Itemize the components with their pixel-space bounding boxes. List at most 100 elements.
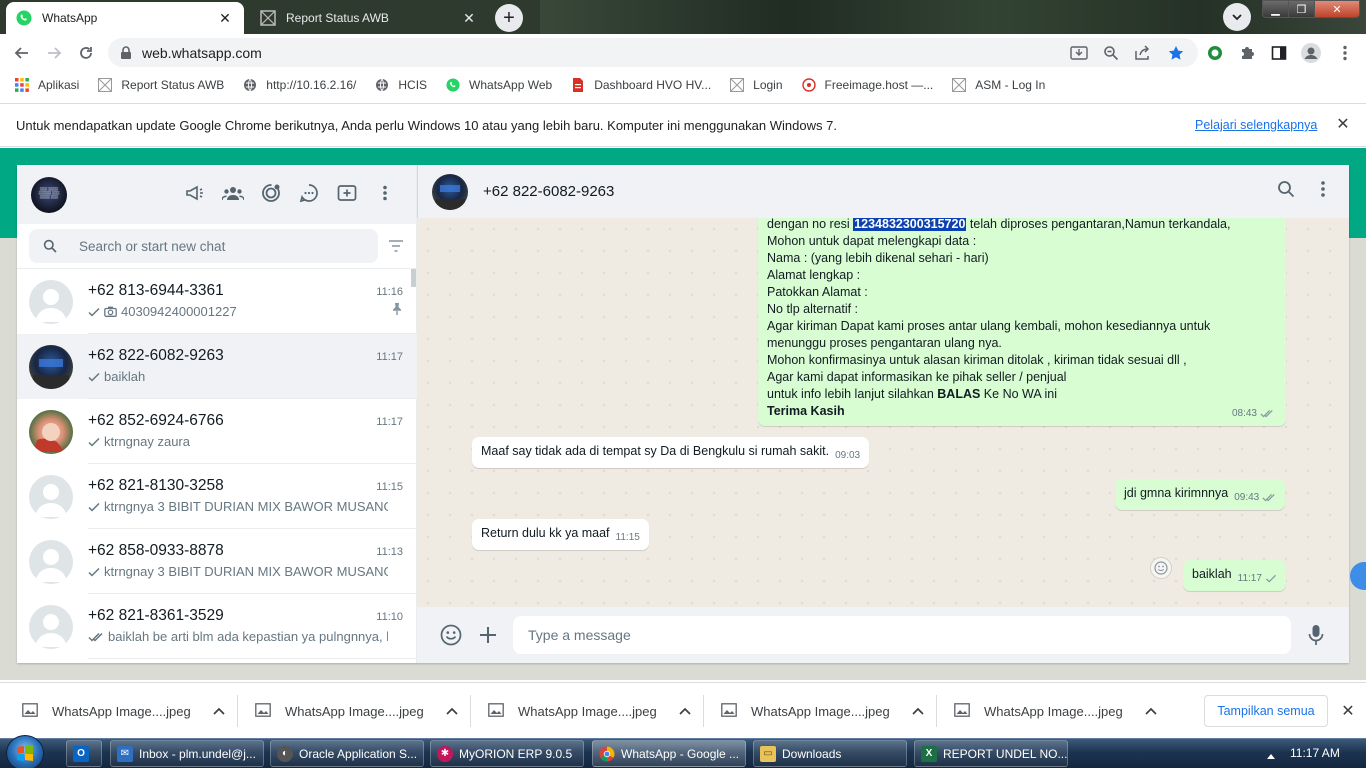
chevron-up-icon[interactable] — [213, 707, 225, 715]
status-icon[interactable] — [260, 181, 282, 205]
message-bubble-incoming[interactable]: Maaf say tidak ada di tempat sy Da di Be… — [472, 437, 870, 468]
taskbar-item-excel-report[interactable]: X REPORT UNDEL NO... — [914, 740, 1068, 767]
chevron-up-icon[interactable] — [912, 707, 924, 715]
message-bubble-incoming[interactable]: Return dulu kk ya maaf 11:15 — [472, 519, 649, 550]
tab-close-icon[interactable]: ✕ — [216, 9, 234, 27]
message-area[interactable]: dengan no resi 1234832300315720 telah di… — [417, 218, 1349, 607]
extensions-puzzle-icon[interactable] — [1236, 42, 1258, 64]
chat-list-item-selected[interactable]: +62 822-6082-9263 11:17 baiklah — [17, 334, 417, 399]
profile-avatar-icon[interactable] — [1300, 42, 1322, 64]
bookmarks-bar: Aplikasi Report Status AWB http://10.16.… — [0, 71, 1366, 99]
chat-list-item[interactable]: +62 858-0933-8878 11:13 ktrngnay 3 BIBIT… — [17, 529, 417, 594]
zoom-icon[interactable] — [1100, 42, 1122, 64]
chevron-up-icon[interactable] — [679, 707, 691, 715]
download-separator — [703, 695, 704, 727]
extension-green-icon[interactable] — [1204, 42, 1226, 64]
infobar-close-icon[interactable]: ✕ — [1334, 115, 1352, 133]
bookmark-login[interactable]: Login — [729, 77, 783, 93]
lock-icon[interactable] — [120, 45, 132, 60]
taskbar-item-myorion[interactable]: ✱ MyORION ERP 9.0.5 — [430, 740, 584, 767]
address-bar[interactable]: web.whatsapp.com — [108, 38, 1198, 67]
menu-kebab-icon[interactable] — [1321, 180, 1325, 201]
reaction-emoji-button[interactable] — [1150, 557, 1172, 579]
tab-whatsapp[interactable]: WhatsApp ✕ — [6, 2, 244, 34]
chrome-menu-icon[interactable] — [1334, 42, 1356, 64]
chat-list-item[interactable]: +62 821-8361-3529 11:10 baiklah be arti … — [17, 594, 417, 659]
taskbar-outlook-pinned[interactable]: O — [66, 740, 102, 767]
new-tab-button[interactable]: + — [495, 4, 523, 32]
search-icon[interactable] — [1277, 180, 1295, 201]
chat-search-box[interactable] — [29, 229, 378, 263]
filter-icon[interactable] — [386, 236, 406, 256]
emoji-icon[interactable] — [438, 622, 464, 648]
chat-list-item[interactable]: +62 852-6924-6766 11:17 ktrngnay zaura — [17, 399, 417, 464]
side-tab-button[interactable] — [1350, 562, 1366, 590]
tab-search-button[interactable] — [1223, 3, 1251, 31]
window-maximize-button[interactable]: ❐ — [1288, 0, 1315, 18]
start-button[interactable] — [6, 735, 44, 768]
bookmark-hcis[interactable]: HCIS — [374, 77, 427, 93]
message-bubble-outgoing[interactable]: dengan no resi 1234832300315720 telah di… — [758, 218, 1286, 426]
chat-list-item[interactable]: +62 813-6944-3361 11:16 4030942400001227 — [17, 269, 417, 334]
window-minimize-button[interactable]: ▁ — [1262, 0, 1289, 18]
forward-button[interactable] — [42, 41, 66, 65]
microphone-icon[interactable] — [1303, 622, 1329, 648]
download-item[interactable]: WhatsApp Image....jpeg — [255, 683, 458, 739]
message-line: Agar kami dapat informasikan ke pihak se… — [767, 370, 1067, 384]
back-button[interactable] — [10, 41, 34, 65]
bookmark-asm-login[interactable]: ASM - Log In — [951, 77, 1045, 93]
chat-list-item[interactable] — [17, 659, 417, 663]
bookmark-dashboard-hvo[interactable]: Dashboard HVO HV... — [570, 77, 711, 93]
side-panel-icon[interactable] — [1268, 42, 1290, 64]
tab-report-status-awb[interactable]: Report Status AWB ✕ — [250, 2, 488, 34]
bookmark-ip-address[interactable]: http://10.16.2.16/ — [242, 77, 356, 93]
bookmark-whatsapp-web[interactable]: WhatsApp Web — [445, 77, 552, 93]
my-profile-avatar[interactable]: ▒▒▒ ▒▒▒▒ ▒▒▒▒▒ ▒▒▒ ▒▒▒▒ ▒▒▒ — [31, 176, 67, 213]
download-item[interactable]: WhatsApp Image....jpeg — [488, 683, 691, 739]
download-item[interactable]: WhatsApp Image....jpeg — [954, 683, 1157, 739]
taskbar-item-inbox[interactable]: ✉ Inbox - plm.undel@j... — [110, 740, 264, 767]
single-check-icon — [1265, 574, 1276, 583]
chevron-up-icon[interactable] — [1145, 707, 1157, 715]
taskbar-item-downloads[interactable]: ▭ Downloads — [753, 740, 907, 767]
chevron-up-icon[interactable] — [446, 707, 458, 715]
chat-list-item[interactable]: +62 821-8130-3258 11:15 ktrngnya 3 BIBIT… — [17, 464, 417, 529]
chat-search-input[interactable] — [79, 238, 359, 254]
close-downloads-icon[interactable]: ✕ — [1338, 701, 1358, 721]
chat-list-scrollbar[interactable] — [411, 269, 416, 287]
message-input-box[interactable] — [513, 616, 1291, 654]
message-input[interactable] — [528, 627, 1268, 643]
communities-icon[interactable] — [222, 181, 244, 205]
contact-photo-avatar[interactable] — [432, 173, 468, 210]
taskbar-item-whatsapp-chrome[interactable]: WhatsApp - Google ... — [592, 740, 746, 767]
bookmark-report-status-awb[interactable]: Report Status AWB — [97, 77, 224, 93]
new-chat-icon[interactable] — [336, 181, 358, 205]
taskbar-item-oracle[interactable]: ◐ Oracle Application S... — [270, 740, 424, 767]
message-bubble-outgoing[interactable]: jdi gmna kirimnnya 09:43 — [1115, 479, 1286, 510]
share-icon[interactable] — [1132, 42, 1154, 64]
download-item[interactable]: WhatsApp Image....jpeg — [22, 683, 225, 739]
bookmark-apps[interactable]: Aplikasi — [14, 77, 79, 93]
taskbar-clock[interactable]: 11:17 AM — [1290, 746, 1340, 760]
attach-plus-icon[interactable] — [475, 622, 501, 648]
message-line: No tlp alternatif : — [767, 302, 859, 316]
menu-kebab-icon[interactable] — [374, 181, 396, 205]
bookmark-star-icon[interactable] — [1165, 42, 1187, 64]
window-close-button[interactable]: ✕ — [1314, 0, 1360, 18]
download-item[interactable]: WhatsApp Image....jpeg — [721, 683, 924, 739]
announcements-megaphone-icon[interactable] — [184, 181, 206, 205]
arrow-right-icon — [48, 47, 62, 59]
channels-chat-icon[interactable] — [298, 181, 320, 205]
install-app-icon[interactable] — [1068, 42, 1090, 64]
conversation-header[interactable]: +62 822-6082-9263 — [417, 165, 1349, 218]
message-bubble-outgoing[interactable]: baiklah 11:17 — [1183, 560, 1286, 591]
show-all-downloads-button[interactable]: Tampilkan semua — [1204, 695, 1328, 727]
infobar-learn-more-link[interactable]: Pelajari selengkapnya — [1195, 118, 1317, 132]
reload-button[interactable] — [74, 41, 98, 65]
bookmark-freeimage[interactable]: Freeimage.host —... — [801, 77, 933, 93]
selected-tracking-number[interactable]: 1234832300315720 — [853, 218, 967, 231]
message-meta: 11:17 — [1238, 570, 1277, 587]
tab-close-icon[interactable]: ✕ — [460, 9, 478, 27]
tray-expand-icon[interactable] — [1266, 748, 1276, 763]
conversation-contact-name[interactable]: +62 822-6082-9263 — [483, 183, 614, 200]
